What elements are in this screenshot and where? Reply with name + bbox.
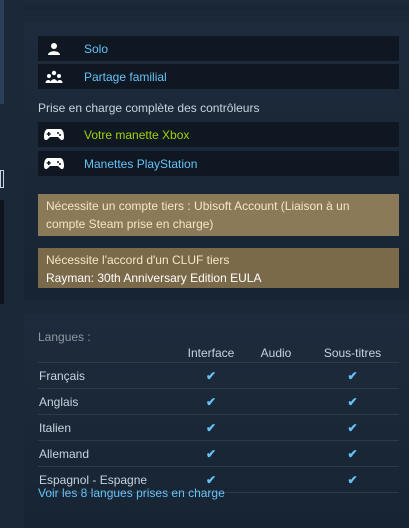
feature-label: Partage familial [84,69,167,84]
languages-title: Langues : [38,330,91,344]
person-icon [38,42,70,56]
languages-header-spacer [38,344,176,363]
checkmark-icon: ✔ [306,440,399,467]
checkmark-icon: ✔ [176,388,246,415]
controller-row-xbox[interactable]: Votre manette Xbox [38,122,399,147]
controller-label: Manettes PlayStation [84,156,198,171]
third-party-account-notice: Nécessite un compte tiers : Ubisoft Acco… [38,194,399,236]
language-name: Allemand [38,440,176,467]
family-icon [38,70,70,84]
checkmark-icon: ✔ [176,414,246,441]
feature-row-solo[interactable]: Solo [38,36,399,61]
left-column-strip [0,0,4,104]
language-row: Français ✔ ✔ [38,362,399,389]
language-name: Anglais [38,388,176,415]
gamepad-icon [38,157,70,170]
gamepad-icon [38,128,70,141]
left-column-image [0,200,4,304]
third-party-eula-notice: Nécessite l'accord d'un CLUF tiers Rayma… [38,248,399,288]
audio-cell [246,440,306,467]
header-subtitles: Sous-titres [306,344,399,363]
controller-support-title: Prise en charge complète des contrôleurs [38,101,260,115]
audio-cell [246,388,306,415]
feature-label: Solo [84,41,109,56]
checkmark-icon: ✔ [306,466,399,493]
audio-cell [246,466,306,493]
language-row: Anglais ✔ ✔ [38,388,399,415]
game-features-panel: Solo Partage familial Prise en charge co… [24,22,409,300]
controller-label: Votre manette Xbox [84,127,190,142]
checkmark-icon: ✔ [306,414,399,441]
language-row: Allemand ✔ ✔ [38,440,399,467]
left-column-box [0,170,4,188]
eula-name: Rayman: 30th Anniversary Edition EULA [46,271,262,285]
audio-cell [246,414,306,441]
audio-cell [246,362,306,389]
language-name: Français [38,362,176,389]
checkmark-icon: ✔ [306,388,399,415]
languages-table: Interface Audio Sous-titres Français ✔ ✔… [38,344,399,493]
checkmark-icon: ✔ [176,362,246,389]
all-languages-link[interactable]: Voir les 8 langues prises en charge [38,486,225,500]
language-name: Italien [38,414,176,441]
language-row: Italien ✔ ✔ [38,414,399,441]
feature-row-family-sharing[interactable]: Partage familial [38,64,399,89]
languages-panel: Langues : Interface Audio Sous-titres Fr… [24,314,409,528]
eula-notice-title: Nécessite l'accord d'un CLUF tiers [46,253,230,267]
notice-text: Nécessite un compte tiers : Ubisoft Acco… [46,199,350,231]
header-audio: Audio [246,344,306,363]
controller-row-playstation[interactable]: Manettes PlayStation [38,151,399,176]
checkmark-icon: ✔ [306,362,399,389]
checkmark-icon: ✔ [176,440,246,467]
header-interface: Interface [176,344,246,363]
top-panel [24,0,409,10]
